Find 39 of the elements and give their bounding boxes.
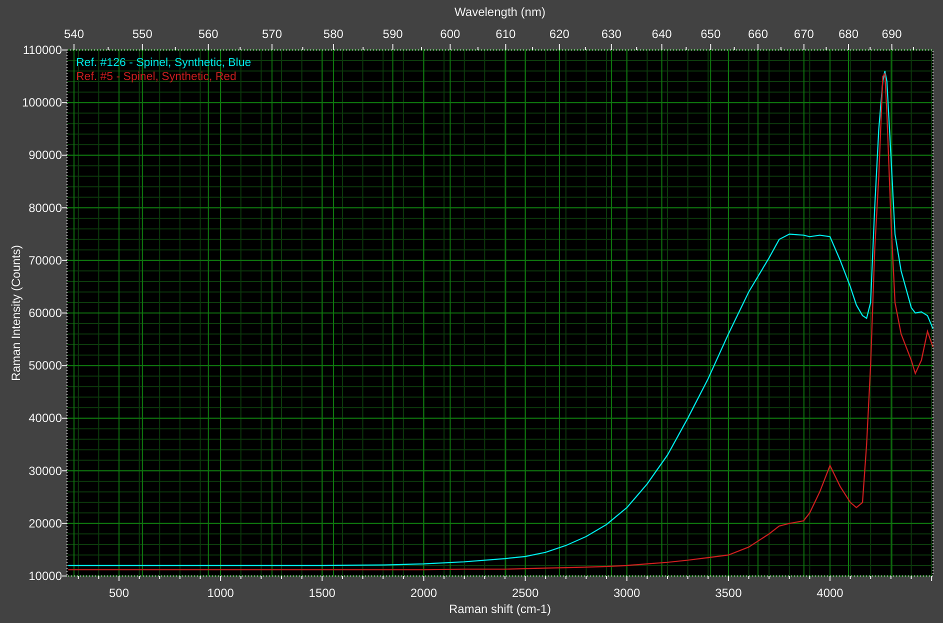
tick-label: 40000 bbox=[28, 411, 62, 426]
tick-label: 80000 bbox=[28, 200, 62, 215]
tick-label: 550 bbox=[132, 27, 152, 41]
tick-label: 660 bbox=[748, 27, 768, 41]
tick-label: 110000 bbox=[22, 43, 62, 57]
tick-label: 4000 bbox=[816, 586, 844, 600]
tick-label: 2500 bbox=[512, 586, 539, 600]
axis-title: Raman Intensity (Counts) bbox=[9, 244, 23, 382]
tick-label: 3000 bbox=[614, 586, 640, 600]
tick-label: 680 bbox=[838, 27, 859, 41]
tick-label: 650 bbox=[700, 27, 721, 41]
tick-label: 20000 bbox=[28, 516, 62, 530]
axis-title: Raman shift (cm-1) bbox=[448, 602, 552, 616]
tick-label: 1000 bbox=[207, 586, 234, 600]
tick-label: 30000 bbox=[28, 464, 62, 478]
tick-label: 3500 bbox=[715, 586, 742, 600]
tick-label: 90000 bbox=[28, 148, 62, 162]
tick-label: 610 bbox=[496, 27, 516, 41]
tick-label: 580 bbox=[323, 27, 344, 41]
tick-label: 70000 bbox=[28, 253, 62, 268]
tick-label: 60000 bbox=[28, 306, 62, 320]
tick-label: 600 bbox=[440, 27, 460, 41]
tick-label: 670 bbox=[794, 27, 814, 41]
tick-label: 560 bbox=[198, 27, 218, 41]
tick-label: 540 bbox=[64, 27, 84, 41]
tick-label: 2000 bbox=[410, 586, 438, 600]
tick-label: 640 bbox=[652, 27, 672, 41]
tick-label: 590 bbox=[382, 27, 403, 41]
tick-label: 10000 bbox=[28, 569, 62, 583]
tick-label: 570 bbox=[262, 27, 282, 41]
tick-label: 630 bbox=[601, 27, 622, 41]
axis-title: Wavelength (nm) bbox=[454, 5, 546, 19]
tick-label: 690 bbox=[882, 27, 902, 41]
tick-label: 500 bbox=[109, 586, 130, 600]
tick-label: 50000 bbox=[28, 358, 62, 373]
tick-label: 620 bbox=[549, 27, 570, 41]
tick-label: 100000 bbox=[22, 96, 62, 110]
legend-label: Ref. #126 - Spinel, Synthetic, Blue bbox=[76, 57, 252, 69]
tick-label: 1500 bbox=[308, 586, 336, 600]
